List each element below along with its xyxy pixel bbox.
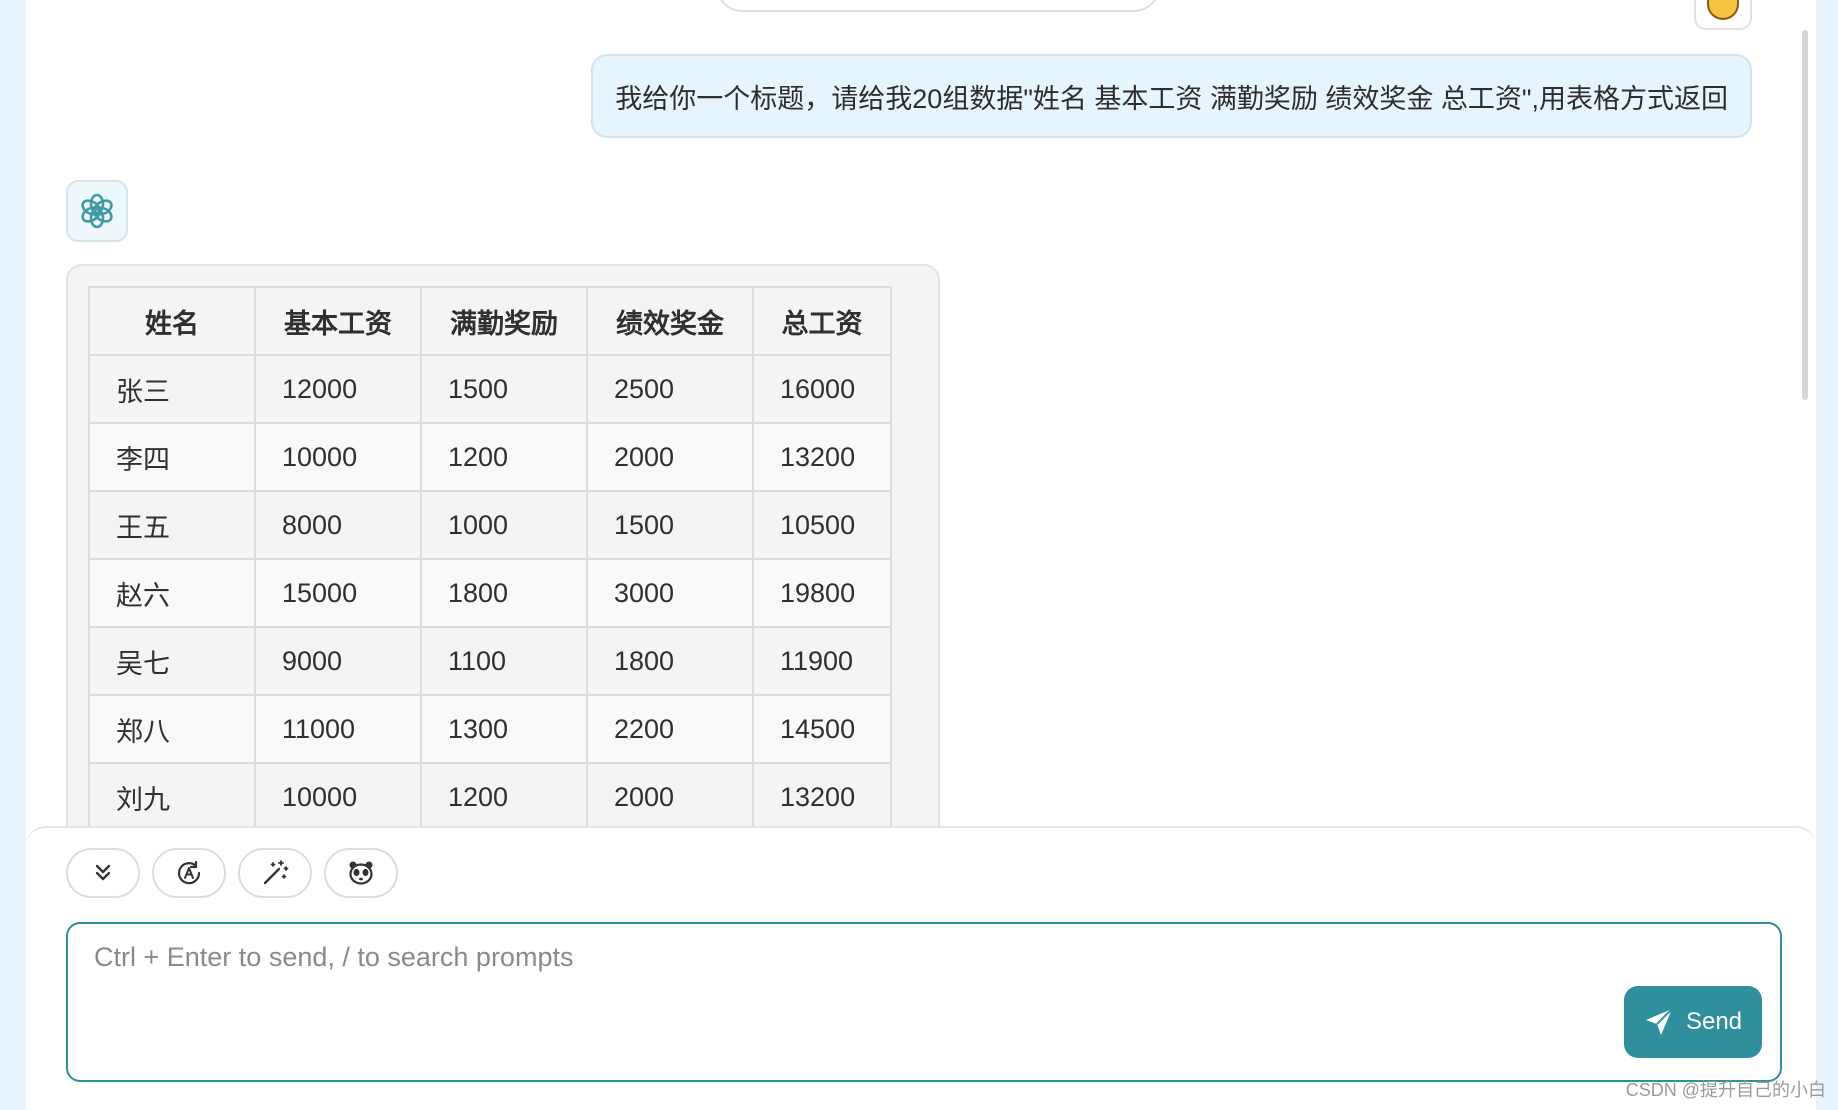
column-header: 基本工资 bbox=[254, 286, 422, 356]
send-label: Send bbox=[1685, 1008, 1743, 1035]
user-message-text: 我给你一个标题，请给我20组数据"姓名 基本工资 满勤奖励 绩效奖金 总工资",… bbox=[615, 83, 1728, 114]
table-cell: 13200 bbox=[752, 422, 892, 492]
table-cell: 1500 bbox=[586, 490, 754, 560]
assistant-avatar bbox=[66, 180, 128, 242]
table-cell: 15000 bbox=[254, 558, 422, 628]
chat-area: 我给你一个标题，请给我20组数据"姓名 基本工资 满勤奖励 绩效奖金 总工资",… bbox=[26, 0, 1816, 1110]
table-cell: 19800 bbox=[752, 558, 892, 628]
table-cell: 李四 bbox=[88, 422, 256, 492]
table-cell: 1300 bbox=[420, 694, 588, 764]
scroll-to-bottom-button[interactable] bbox=[66, 848, 140, 898]
mask-icon bbox=[349, 861, 373, 885]
table-cell: 9000 bbox=[254, 626, 422, 696]
table-cell: 1800 bbox=[420, 558, 588, 628]
table-row: 王五 8000 1000 1500 10500 bbox=[88, 490, 892, 560]
table-cell: 8000 bbox=[254, 490, 422, 560]
table-cell: 2200 bbox=[586, 694, 754, 764]
table-cell: 1000 bbox=[420, 490, 588, 560]
send-button[interactable]: Send bbox=[1624, 986, 1762, 1058]
table-row: 李四 10000 1200 2000 13200 bbox=[88, 422, 892, 492]
emoji-face-icon bbox=[1707, 0, 1739, 20]
table-header-row: 姓名 基本工资 满勤奖励 绩效奖金 总工资 bbox=[88, 286, 892, 356]
table-cell: 赵六 bbox=[88, 558, 256, 628]
table-cell: 3000 bbox=[586, 558, 754, 628]
table-cell: 10000 bbox=[254, 422, 422, 492]
table-cell: 11000 bbox=[254, 694, 422, 764]
scrollbar-thumb[interactable] bbox=[1802, 30, 1808, 400]
table-cell: 11900 bbox=[752, 626, 892, 696]
assistant-message: 姓名 基本工资 满勤奖励 绩效奖金 总工资 张三 12000 1500 2500… bbox=[66, 264, 940, 864]
chevrons-down-icon bbox=[95, 864, 111, 881]
table-cell: 张三 bbox=[88, 354, 256, 424]
prompt-a-icon bbox=[177, 860, 201, 885]
table-cell: 2000 bbox=[586, 422, 754, 492]
table-cell: 10500 bbox=[752, 490, 892, 560]
table-row: 张三 12000 1500 2500 16000 bbox=[88, 354, 892, 424]
table-cell: 13200 bbox=[752, 762, 892, 832]
watermark: CSDN @提升自己的小白 bbox=[1625, 1080, 1826, 1100]
magic-wand-icon bbox=[263, 860, 289, 885]
user-message: 我给你一个标题，请给我20组数据"姓名 基本工资 满勤奖励 绩效奖金 总工资",… bbox=[591, 54, 1752, 138]
table-cell: 1200 bbox=[420, 762, 588, 832]
input-panel: Send bbox=[26, 826, 1816, 1110]
table-row: 郑八 11000 1300 2200 14500 bbox=[88, 694, 892, 764]
table-cell: 1800 bbox=[586, 626, 754, 696]
column-header: 满勤奖励 bbox=[420, 286, 588, 356]
prompt-button[interactable] bbox=[152, 848, 226, 898]
table-cell: 2500 bbox=[586, 354, 754, 424]
table-cell: 吴七 bbox=[88, 626, 256, 696]
table-cell: 12000 bbox=[254, 354, 422, 424]
column-header: 绩效奖金 bbox=[586, 286, 754, 356]
table-row: 吴七 9000 1100 1800 11900 bbox=[88, 626, 892, 696]
mask-button[interactable] bbox=[324, 848, 398, 898]
table-cell: 1200 bbox=[420, 422, 588, 492]
table-row: 刘九 10000 1200 2000 13200 bbox=[88, 762, 892, 832]
column-header: 总工资 bbox=[752, 286, 892, 356]
chat-input[interactable] bbox=[66, 922, 1782, 1082]
send-icon bbox=[1645, 1008, 1673, 1035]
table-cell: 王五 bbox=[88, 490, 256, 560]
table-row: 赵六 15000 1800 3000 19800 bbox=[88, 558, 892, 628]
table-cell: 刘九 bbox=[88, 762, 256, 832]
table-cell: 郑八 bbox=[88, 694, 256, 764]
salary-table: 姓名 基本工资 满勤奖励 绩效奖金 总工资 张三 12000 1500 2500… bbox=[88, 286, 892, 832]
top-status-pill bbox=[716, 0, 1160, 12]
table-cell: 14500 bbox=[752, 694, 892, 764]
column-header: 姓名 bbox=[88, 286, 256, 356]
user-avatar bbox=[1694, 0, 1752, 30]
table-cell: 1500 bbox=[420, 354, 588, 424]
table-cell: 1100 bbox=[420, 626, 588, 696]
table-cell: 2000 bbox=[586, 762, 754, 832]
table-cell: 16000 bbox=[752, 354, 892, 424]
openai-logo-icon bbox=[81, 193, 113, 229]
magic-wand-button[interactable] bbox=[238, 848, 312, 898]
table-cell: 10000 bbox=[254, 762, 422, 832]
